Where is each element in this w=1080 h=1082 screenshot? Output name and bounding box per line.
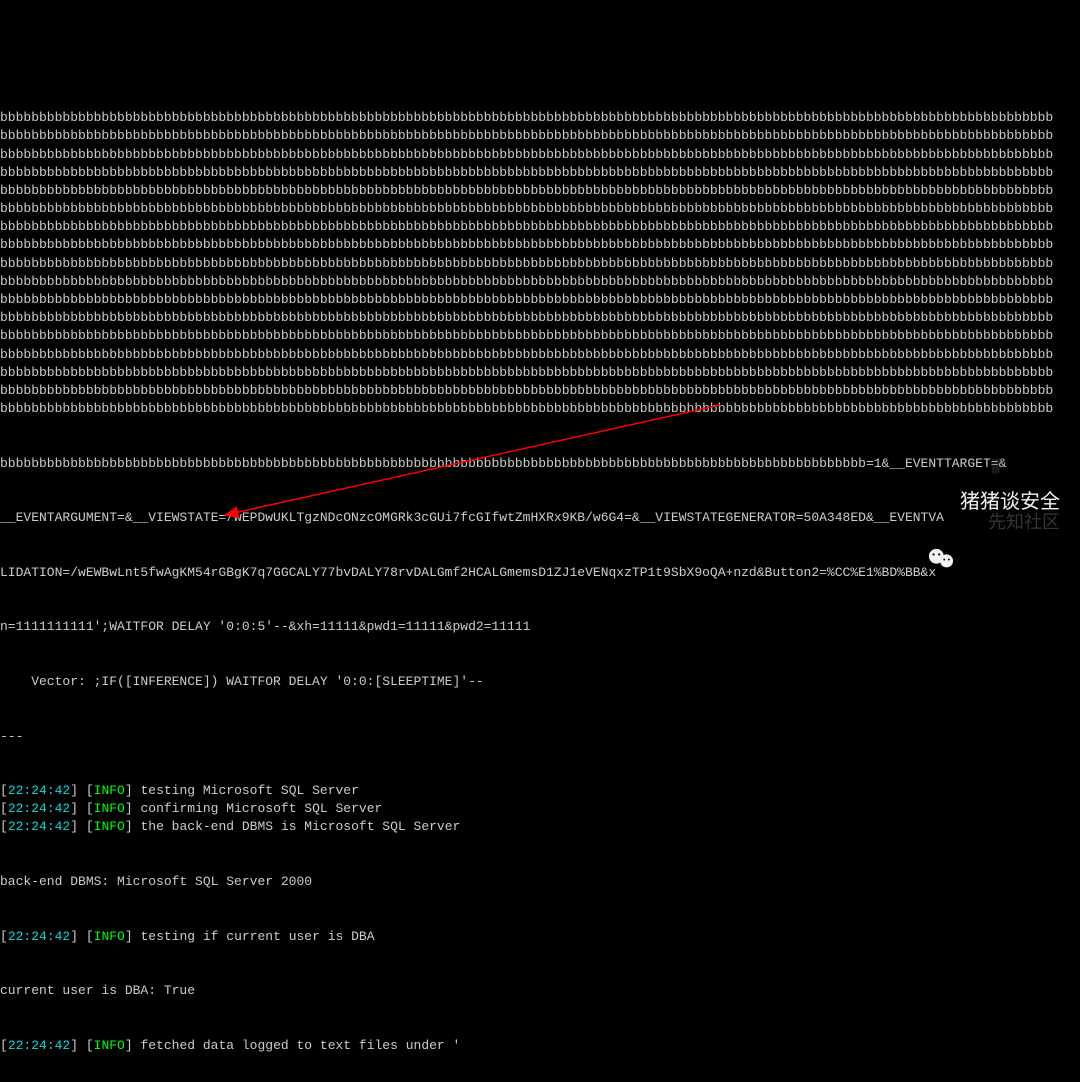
payload-filler-line: bbbbbbbbbbbbbbbbbbbbbbbbbbbbbbbbbbbbbbbb… <box>0 146 1080 164</box>
log-message: testing if current user is DBA <box>140 929 374 944</box>
payload-filler-line: bbbbbbbbbbbbbbbbbbbbbbbbbbbbbbbbbbbbbbbb… <box>0 382 1080 400</box>
log-timestamp: 22:24:42 <box>8 929 70 944</box>
log-block: [22:24:42] [INFO] testing if current use… <box>0 928 1080 946</box>
payload-tail-line: bbbbbbbbbbbbbbbbbbbbbbbbbbbbbbbbbbbbbbbb… <box>0 455 1080 473</box>
vector-line: Vector: ;IF([INFERENCE]) WAITFOR DELAY '… <box>0 673 1080 691</box>
payload-filler-line: bbbbbbbbbbbbbbbbbbbbbbbbbbbbbbbbbbbbbbbb… <box>0 236 1080 254</box>
payload-filler-line: bbbbbbbbbbbbbbbbbbbbbbbbbbbbbbbbbbbbbbbb… <box>0 200 1080 218</box>
payload-validation-line: LIDATION=/wEWBwLnt5fwAgKM54rGBgK7q7GGCAL… <box>0 564 1080 582</box>
payload-filler-line: bbbbbbbbbbbbbbbbbbbbbbbbbbbbbbbbbbbbbbbb… <box>0 400 1080 418</box>
log-timestamp: 22:24:42 <box>8 1038 70 1053</box>
log-timestamp: 22:24:42 <box>8 819 70 834</box>
log-level: INFO <box>94 1038 125 1053</box>
log-block: [22:24:42] [INFO] testing Microsoft SQL … <box>0 782 1080 837</box>
log-level: INFO <box>94 783 125 798</box>
watermark-sub: 先知社区 <box>978 380 1060 535</box>
wechat-icon <box>928 491 954 513</box>
log-block: [22:24:42] [INFO] fetched data logged to… <box>0 1037 1080 1055</box>
payload-filler-line: bbbbbbbbbbbbbbbbbbbbbbbbbbbbbbbbbbbbbbbb… <box>0 182 1080 200</box>
log-timestamp: 22:24:42 <box>8 783 70 798</box>
xianzhi-icon <box>988 405 1010 427</box>
payload-filler-line: bbbbbbbbbbbbbbbbbbbbbbbbbbbbbbbbbbbbbbbb… <box>0 327 1080 345</box>
log-message: fetched data logged to text files under … <box>140 1038 460 1053</box>
dba-result-line: current user is DBA: True <box>0 982 1080 1000</box>
payload-filler-line: bbbbbbbbbbbbbbbbbbbbbbbbbbbbbbbbbbbbbbbb… <box>0 309 1080 327</box>
log-message: testing Microsoft SQL Server <box>140 783 358 798</box>
log-line: [22:24:42] [INFO] testing if current use… <box>0 928 1080 946</box>
separator-line: --- <box>0 728 1080 746</box>
payload-filler-line: bbbbbbbbbbbbbbbbbbbbbbbbbbbbbbbbbbbbbbbb… <box>0 127 1080 145</box>
payload-delay-line: n=1111111111';WAITFOR DELAY '0:0:5'--&xh… <box>0 618 1080 636</box>
log-line: [22:24:42] [INFO] confirming Microsoft S… <box>0 800 1080 818</box>
payload-filler-line: bbbbbbbbbbbbbbbbbbbbbbbbbbbbbbbbbbbbbbbb… <box>0 109 1080 127</box>
payload-filler-line: bbbbbbbbbbbbbbbbbbbbbbbbbbbbbbbbbbbbbbbb… <box>0 364 1080 382</box>
log-message: the back-end DBMS is Microsoft SQL Serve… <box>140 819 460 834</box>
log-line: [22:24:42] [INFO] the back-end DBMS is M… <box>0 818 1080 836</box>
payload-filler-line: bbbbbbbbbbbbbbbbbbbbbbbbbbbbbbbbbbbbbbbb… <box>0 218 1080 236</box>
log-message: confirming Microsoft SQL Server <box>140 801 382 816</box>
dbms-result-line: back-end DBMS: Microsoft SQL Server 2000 <box>0 873 1080 891</box>
payload-filler-line: bbbbbbbbbbbbbbbbbbbbbbbbbbbbbbbbbbbbbbbb… <box>0 346 1080 364</box>
log-line: [22:24:42] [INFO] testing Microsoft SQL … <box>0 782 1080 800</box>
log-level: INFO <box>94 819 125 834</box>
payload-filler-line: bbbbbbbbbbbbbbbbbbbbbbbbbbbbbbbbbbbbbbbb… <box>0 273 1080 291</box>
payload-filler-block: bbbbbbbbbbbbbbbbbbbbbbbbbbbbbbbbbbbbbbbb… <box>0 109 1080 418</box>
log-timestamp: 22:24:42 <box>8 801 70 816</box>
log-level: INFO <box>94 929 125 944</box>
watermark-sub-text: 先知社区 <box>988 512 1060 532</box>
payload-filler-line: bbbbbbbbbbbbbbbbbbbbbbbbbbbbbbbbbbbbbbbb… <box>0 164 1080 182</box>
payload-filler-line: bbbbbbbbbbbbbbbbbbbbbbbbbbbbbbbbbbbbbbbb… <box>0 291 1080 309</box>
payload-viewstate-line: __EVENTARGUMENT=&__VIEWSTATE=/wEPDwUKLTg… <box>0 509 1080 527</box>
terminal-output: bbbbbbbbbbbbbbbbbbbbbbbbbbbbbbbbbbbbbbbb… <box>0 73 1080 1073</box>
log-line: [22:24:42] [INFO] fetched data logged to… <box>0 1037 1080 1055</box>
log-level: INFO <box>94 801 125 816</box>
payload-filler-line: bbbbbbbbbbbbbbbbbbbbbbbbbbbbbbbbbbbbbbbb… <box>0 255 1080 273</box>
